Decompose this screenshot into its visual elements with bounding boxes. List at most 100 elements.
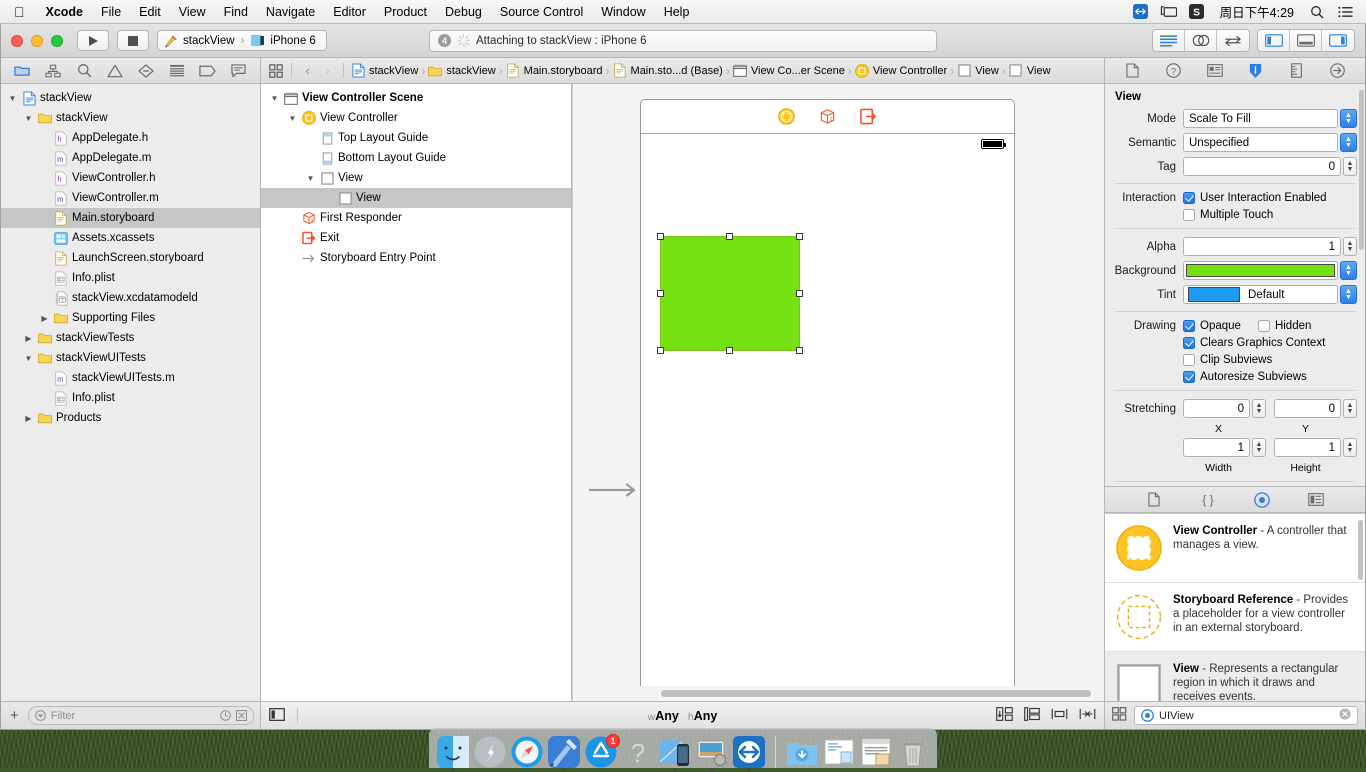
attributes-inspector-icon[interactable] xyxy=(1244,61,1268,81)
symbol-navigator-icon[interactable] xyxy=(41,61,65,81)
quick-help-icon[interactable]: ? xyxy=(1162,61,1186,81)
navigator-row-stackview-xcdatamodeld[interactable]: stackView.xcdatamodeld xyxy=(1,288,260,308)
navigator-row-assets-xcassets[interactable]: Assets.xcassets xyxy=(1,228,260,248)
media-library-icon[interactable] xyxy=(1304,490,1328,510)
breadcrumb-item-1[interactable]: stackView xyxy=(428,63,495,78)
view-controller-icon[interactable] xyxy=(778,108,795,125)
breadcrumb-item-5[interactable]: View Controller xyxy=(855,63,947,78)
stretching-height-input[interactable]: 1 xyxy=(1274,438,1341,457)
snipaste-icon[interactable]: S xyxy=(1184,0,1210,24)
trash-icon[interactable] xyxy=(897,736,929,768)
semantic-select[interactable]: Unspecified xyxy=(1183,133,1338,152)
report-navigator-icon[interactable] xyxy=(227,61,251,81)
navigator-row-stackviewtests[interactable]: ▶stackViewTests xyxy=(1,328,260,348)
breadcrumb-item-4[interactable]: View Co...er Scene xyxy=(733,63,845,78)
document-preview-icon[interactable] xyxy=(860,736,892,768)
navigator-row-viewcontroller-h[interactable]: hViewController.h xyxy=(1,168,260,188)
breakpoint-navigator-icon[interactable] xyxy=(196,61,220,81)
finder-icon[interactable] xyxy=(437,736,469,768)
disclosure-triangle-down-icon[interactable]: ▼ xyxy=(269,94,280,103)
breadcrumb-item-6[interactable]: View xyxy=(957,63,999,78)
inspector-scrollbar[interactable] xyxy=(1359,90,1364,250)
breadcrumb-item-2[interactable]: Main.storyboard xyxy=(506,63,603,78)
breadcrumb[interactable]: stackView›stackView›Main.storyboard›Main… xyxy=(351,63,1051,78)
activity-view[interactable]: 4 Attaching to stackView : iPhone 6 xyxy=(429,30,937,52)
navigator-row-main-storyboard[interactable]: Main.storyboard xyxy=(1,208,260,228)
notification-center-icon[interactable] xyxy=(1332,0,1358,24)
disclosure-triangle-right-icon[interactable]: ▶ xyxy=(39,314,50,323)
menu-item-xcode[interactable]: Xcode xyxy=(37,0,93,24)
stretching-width-stepper-icon[interactable]: ▲▼ xyxy=(1252,438,1266,457)
menu-item-editor[interactable]: Editor xyxy=(324,0,375,24)
library-filter-field[interactable]: UIView xyxy=(1134,706,1358,725)
hidden-checkbox[interactable] xyxy=(1258,320,1270,332)
breadcrumb-item-7[interactable]: View xyxy=(1009,63,1051,78)
xcode-icon[interactable] xyxy=(548,736,580,768)
issue-navigator-icon[interactable] xyxy=(103,61,127,81)
navigator-row-stackviewuitests[interactable]: ▼stackViewUITests xyxy=(1,348,260,368)
find-navigator-icon[interactable] xyxy=(72,61,96,81)
alpha-stepper-icon[interactable]: ▲▼ xyxy=(1343,237,1357,256)
embed-in-stack-icon[interactable] xyxy=(1024,707,1040,724)
object-library-icon[interactable] xyxy=(1250,490,1274,510)
disclosure-triangle-down-icon[interactable]: ▼ xyxy=(7,94,18,103)
connections-inspector-icon[interactable] xyxy=(1326,61,1350,81)
menu-item-debug[interactable]: Debug xyxy=(436,0,491,24)
code-snippet-library-icon[interactable]: { } xyxy=(1196,490,1220,510)
document-outline[interactable]: ▼View Controller Scene▼View ControllerTo… xyxy=(261,84,572,701)
identity-inspector-icon[interactable] xyxy=(1203,61,1227,81)
first-responder-icon[interactable]: 1 xyxy=(819,108,836,125)
file-inspector-icon[interactable] xyxy=(1121,61,1145,81)
downloads-folder-icon[interactable] xyxy=(786,736,818,768)
background-color-well[interactable] xyxy=(1183,261,1338,280)
outline-row-view[interactable]: ▼View xyxy=(261,168,571,188)
search-icon[interactable] xyxy=(1304,0,1330,24)
source-control-filter-icon[interactable] xyxy=(236,710,247,721)
toggle-navigator-button[interactable] xyxy=(1258,30,1290,51)
navigator-row-info-plist[interactable]: Info.plist xyxy=(1,268,260,288)
display-icon[interactable] xyxy=(1156,0,1182,24)
breadcrumb-item-3[interactable]: Main.sto...d (Base) xyxy=(613,63,723,78)
stretching-y-stepper-icon[interactable]: ▲▼ xyxy=(1343,399,1357,418)
canvas-horizontal-scrollbar[interactable] xyxy=(573,686,1104,701)
navigator-row-stackviewuitests-m[interactable]: mstackViewUITests.m xyxy=(1,368,260,388)
navigator-row-stackview[interactable]: ▼stackView xyxy=(1,108,260,128)
navigator-row-supporting-files[interactable]: ▶Supporting Files xyxy=(1,308,260,328)
mode-select[interactable]: Scale To Fill xyxy=(1183,109,1338,128)
outline-row-view[interactable]: View xyxy=(261,188,572,208)
outline-row-storyboard-entry-point[interactable]: Storyboard Entry Point xyxy=(261,248,571,268)
disclosure-triangle-down-icon[interactable]: ▼ xyxy=(287,114,298,123)
outline-row-view-controller[interactable]: ▼View Controller xyxy=(261,108,571,128)
toggle-utilities-button[interactable] xyxy=(1322,30,1354,51)
opaque-checkbox[interactable] xyxy=(1183,320,1195,332)
teamviewer-icon[interactable] xyxy=(1128,0,1154,24)
stop-button[interactable] xyxy=(117,30,149,51)
teamviewer-icon[interactable] xyxy=(733,736,765,768)
navigator-filter-field[interactable]: Filter xyxy=(28,706,254,725)
safari-icon[interactable] xyxy=(511,736,543,768)
clear-search-icon[interactable] xyxy=(1339,708,1351,723)
launchpad-icon[interactable] xyxy=(474,736,506,768)
toggle-debug-area-button[interactable] xyxy=(1290,30,1322,51)
back-chevron-icon[interactable]: ‹ xyxy=(299,62,316,80)
menu-bar-clock[interactable]: 周日下午4:29 xyxy=(1212,2,1302,21)
resize-handle-top-left[interactable] xyxy=(657,233,664,240)
navigator-row-launchscreen-storyboard[interactable]: LaunchScreen.storyboard xyxy=(1,248,260,268)
close-window-button[interactable] xyxy=(11,35,23,47)
forward-chevron-icon[interactable]: › xyxy=(319,62,336,80)
resize-handle-middle-right[interactable] xyxy=(796,290,803,297)
related-items-icon[interactable] xyxy=(267,62,284,80)
menu-item-product[interactable]: Product xyxy=(375,0,436,24)
minimize-window-button[interactable] xyxy=(31,35,43,47)
multiple-touch-checkbox[interactable] xyxy=(1183,209,1195,221)
library-grid-toggle-icon[interactable] xyxy=(1112,707,1127,724)
navigator-row-appdelegate-m[interactable]: mAppDelegate.m xyxy=(1,148,260,168)
resize-handle-bottom-center[interactable] xyxy=(726,347,733,354)
navigator-row-products[interactable]: ▶Products xyxy=(1,408,260,428)
menu-item-view[interactable]: View xyxy=(170,0,215,24)
view-controller-scene[interactable]: 1 xyxy=(640,99,1015,699)
tag-input[interactable]: 0 xyxy=(1183,157,1341,176)
list-item[interactable]: Storyboard Reference - Provides a placeh… xyxy=(1105,583,1365,652)
list-item[interactable]: View - Represents a rectangular region i… xyxy=(1105,652,1365,701)
breadcrumb-item-0[interactable]: stackView xyxy=(351,63,418,78)
